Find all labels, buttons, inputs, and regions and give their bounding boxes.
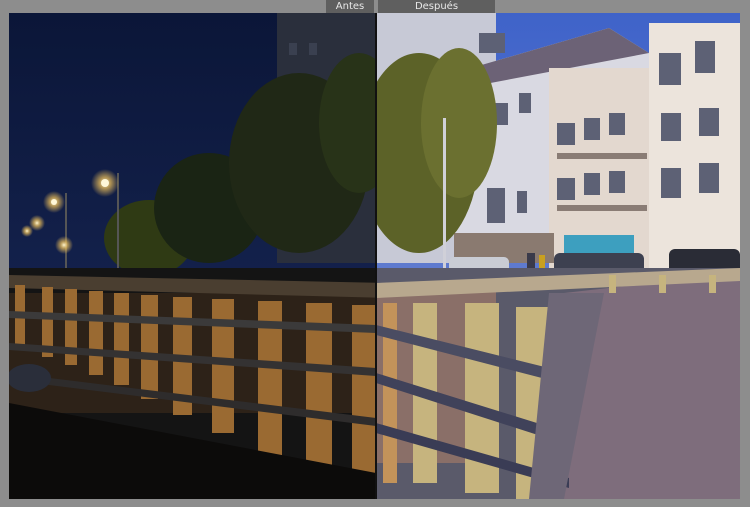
split-divider[interactable] (375, 13, 377, 499)
before-after-compare-view: Antes Después (0, 0, 750, 507)
after-label: Después (378, 0, 495, 13)
photo-viewer[interactable] (9, 13, 740, 499)
after-photo (376, 13, 740, 499)
before-label: Antes (326, 0, 374, 13)
before-photo (9, 13, 376, 499)
